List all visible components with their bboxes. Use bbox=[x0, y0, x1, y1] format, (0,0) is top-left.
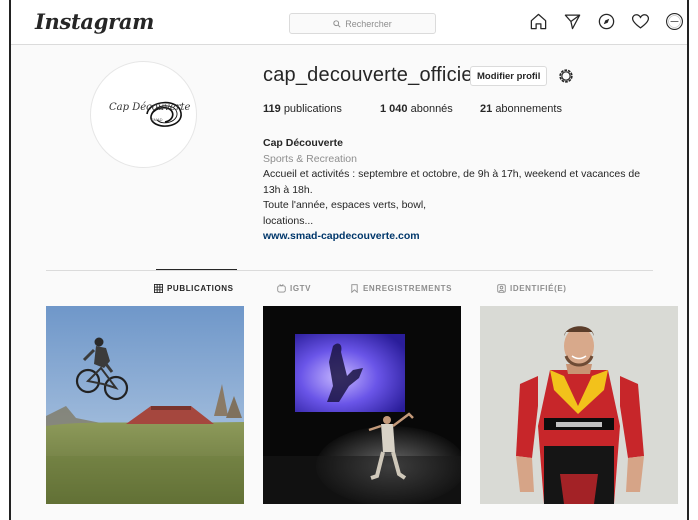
stat-value: 21 bbox=[480, 103, 493, 115]
stat-value: 119 bbox=[263, 103, 281, 115]
home-icon[interactable] bbox=[527, 10, 549, 32]
stat-publications[interactable]: 119 publications bbox=[263, 103, 342, 115]
instagram-logo[interactable]: Instagram bbox=[35, 9, 154, 34]
post-thumbnail[interactable] bbox=[263, 306, 461, 504]
tab-tagged[interactable]: IDENTIFIÉ(E) bbox=[497, 284, 567, 293]
stat-label: publications bbox=[283, 103, 342, 115]
stat-label: abonnements bbox=[495, 103, 562, 115]
profile-display-name: Cap Découverte bbox=[263, 137, 343, 149]
search-input[interactable]: Rechercher bbox=[289, 13, 436, 34]
explore-icon[interactable] bbox=[595, 10, 617, 32]
direct-icon[interactable] bbox=[561, 10, 583, 32]
grid-icon bbox=[154, 284, 163, 293]
profile-username: cap_decouverte_officiel bbox=[263, 64, 478, 86]
stat-followers[interactable]: 1 040 abonnés bbox=[380, 103, 453, 115]
edit-profile-button[interactable]: Modifier profil bbox=[470, 66, 548, 86]
search-icon bbox=[333, 19, 341, 28]
stat-value: 1 040 bbox=[380, 103, 408, 115]
post-image-stage-performance bbox=[263, 306, 461, 504]
tab-igtv[interactable]: IGTV bbox=[277, 284, 311, 293]
tab-label: ENREGISTREMENTS bbox=[363, 284, 453, 293]
nav-icons bbox=[527, 10, 685, 32]
bookmark-icon bbox=[351, 284, 358, 293]
profile-icon[interactable] bbox=[663, 10, 685, 32]
avatar-logo-subtext: SMAD bbox=[151, 117, 163, 122]
avatar-swirl-mark bbox=[146, 101, 182, 127]
bio-line: locations... bbox=[263, 214, 314, 227]
avatar-logo-text: Cap Découverte bbox=[109, 102, 191, 113]
profile-bio: Cap Découverte Sports & Recreation Accue… bbox=[263, 136, 683, 245]
post-image-cyclist-portrait bbox=[480, 306, 678, 504]
profile-avatar[interactable]: Cap Découverte SMAD bbox=[90, 61, 197, 168]
post-thumbnail[interactable] bbox=[46, 306, 244, 504]
bio-line: Toute l'année, espaces verts, bowl, bbox=[263, 199, 427, 211]
tab-label: IDENTIFIÉ(E) bbox=[510, 284, 567, 293]
tag-icon bbox=[497, 284, 506, 293]
activity-icon[interactable] bbox=[629, 10, 651, 32]
post-thumbnail[interactable] bbox=[480, 306, 678, 504]
tab-saved[interactable]: ENREGISTREMENTS bbox=[350, 284, 452, 293]
tab-label: PUBLICATIONS bbox=[167, 284, 234, 293]
browser-frame: Instagram Rechercher Cap Découverte SMAD… bbox=[9, 0, 689, 520]
bio-line: Accueil et activités : septembre et octo… bbox=[263, 168, 641, 180]
tabs-divider bbox=[46, 270, 653, 271]
tab-label: IGTV bbox=[290, 284, 312, 293]
post-image-bmx-jump bbox=[46, 306, 244, 504]
stat-following[interactable]: 21 abonnements bbox=[480, 103, 562, 115]
stat-label: abonnés bbox=[410, 103, 453, 115]
bio-line: 13h à 18h. bbox=[263, 183, 313, 196]
profile-category: Sports & Recreation bbox=[263, 152, 357, 165]
active-tab-indicator bbox=[156, 269, 237, 270]
settings-gear-icon[interactable] bbox=[556, 66, 576, 86]
profile-website-link[interactable]: www.smad-capdecouverte.com bbox=[263, 229, 683, 245]
tab-publications[interactable]: PUBLICATIONS bbox=[154, 284, 234, 293]
top-navigation-bar: Instagram Rechercher bbox=[11, 0, 687, 45]
search-placeholder: Rechercher bbox=[345, 18, 392, 29]
igtv-icon bbox=[277, 284, 286, 293]
